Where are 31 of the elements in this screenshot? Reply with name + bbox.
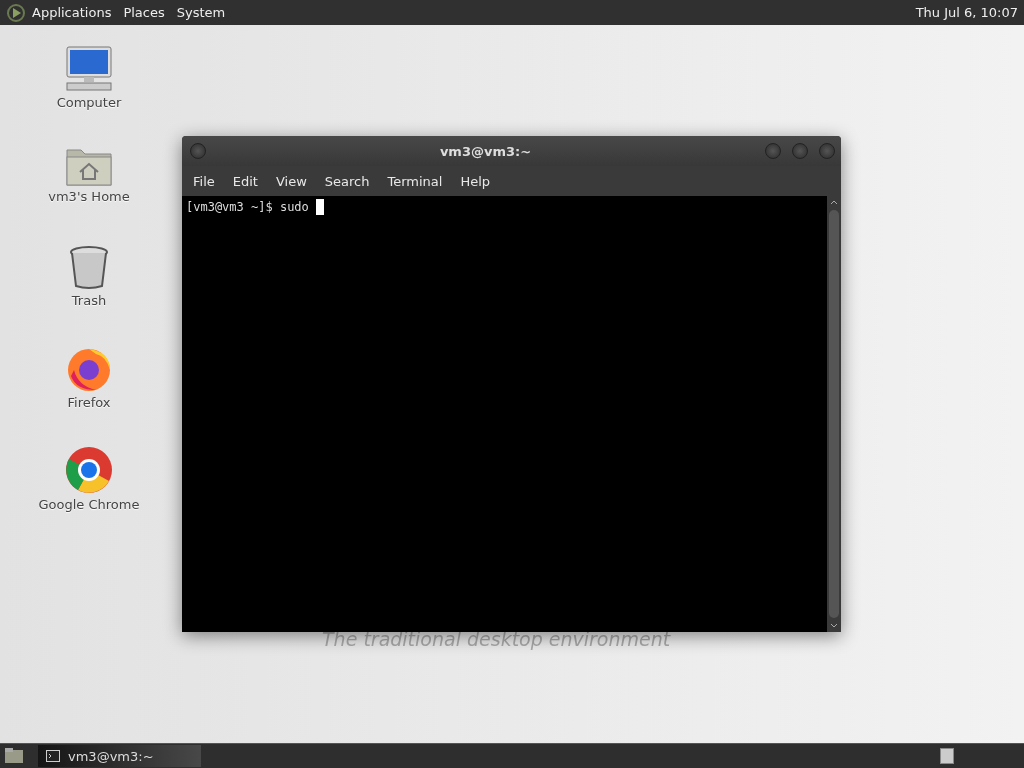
window-title: vm3@vm3:~ — [438, 143, 533, 159]
menu-item[interactable]: Edit — [223, 173, 267, 189]
terminal-prompt: [vm3@vm3 ~]$ sudo — [186, 200, 310, 214]
monitor-icon[interactable] — [64, 46, 114, 92]
menu-logo-icon[interactable] — [6, 2, 26, 23]
menu-item[interactable]: Terminal — [378, 173, 452, 189]
panel-menu[interactable]: Applications — [32, 5, 112, 20]
menu-item[interactable]: Search — [315, 173, 379, 189]
menu-item[interactable]: Help — [451, 173, 500, 189]
text-cursor — [316, 199, 325, 215]
desktop-icon-label[interactable]: Firefox — [67, 395, 111, 410]
home-folder-icon[interactable] — [66, 146, 112, 186]
chrome-icon[interactable] — [65, 446, 113, 494]
desktop-icon-label[interactable]: Computer — [56, 95, 122, 110]
workspace-switcher[interactable] — [940, 748, 954, 764]
terminal-icon — [46, 750, 60, 762]
menu-item[interactable]: View — [266, 173, 316, 189]
trash-icon[interactable] — [69, 246, 109, 290]
panel-menu[interactable]: Places — [123, 5, 165, 20]
scrollbar-thumb[interactable] — [829, 210, 839, 618]
desktop-icon-label[interactable]: Google Chrome — [38, 497, 140, 512]
show-desktop-icon[interactable] — [4, 747, 24, 765]
wallpaper-text: The traditional desktop environment — [322, 628, 671, 650]
menu-item[interactable]: File — [184, 173, 224, 189]
desktop-icon-label[interactable]: vm3's Home — [48, 189, 130, 204]
taskbar-button[interactable]: vm3@vm3:~ — [38, 745, 201, 767]
desktop-icon-label[interactable]: Trash — [71, 293, 107, 308]
panel-menu[interactable]: System — [176, 5, 226, 20]
firefox-icon[interactable] — [66, 346, 112, 392]
clock[interactable]: Thu Jul 6, 10:07 — [915, 5, 1018, 20]
scrollbar[interactable] — [827, 196, 841, 632]
